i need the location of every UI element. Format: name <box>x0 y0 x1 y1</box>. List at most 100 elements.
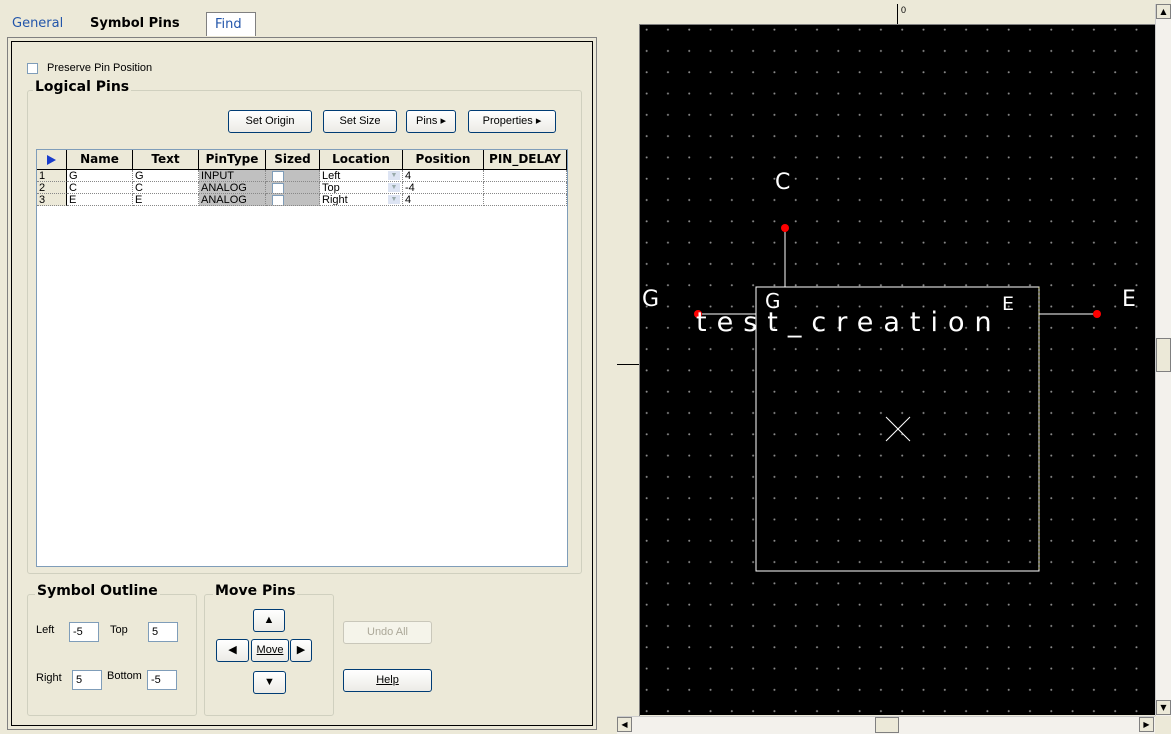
vertical-scrollbar[interactable]: ▲ ▼ <box>1155 4 1171 716</box>
cell-position[interactable]: 4 <box>403 194 484 206</box>
cell-location[interactable]: Left ▼ <box>320 170 403 182</box>
cell-name[interactable]: G <box>67 170 133 182</box>
symbol-outline-title: Symbol Outline <box>35 583 160 599</box>
horizontal-scrollbar[interactable]: ◀ ▶ <box>617 716 1155 734</box>
cell-pin-delay[interactable] <box>484 182 567 194</box>
row-number[interactable]: 2 <box>37 182 67 194</box>
move-up-button[interactable]: ▲ <box>253 609 285 632</box>
arrow-up-icon: ▲ <box>1160 7 1167 16</box>
arrow-left-icon: ◀ <box>621 720 628 729</box>
col-header-position[interactable]: Position <box>403 150 484 169</box>
cell-text[interactable]: G <box>133 170 199 182</box>
sized-checkbox[interactable] <box>272 171 284 181</box>
ruler-origin-mark <box>897 4 898 24</box>
symbol-canvas[interactable]: G G C E E test_creation <box>640 25 1155 715</box>
left-field[interactable]: -5 <box>69 622 99 642</box>
cell-text[interactable]: C <box>133 182 199 194</box>
tab-find[interactable]: Find <box>206 12 256 36</box>
col-header-text[interactable]: Text <box>133 150 199 169</box>
cell-pintype: ANALOG <box>199 182 266 194</box>
cell-position[interactable]: -4 <box>403 182 484 194</box>
top-field[interactable]: 5 <box>148 622 178 642</box>
tab-general[interactable]: General <box>4 12 71 36</box>
col-header-name[interactable]: Name <box>67 150 133 169</box>
pins-menu-button[interactable]: Pins ▸ <box>406 110 456 133</box>
preserve-pin-position-label: Preserve Pin Position <box>47 62 153 74</box>
cell-position[interactable]: 4 <box>403 170 484 182</box>
right-field[interactable]: 5 <box>72 670 102 690</box>
horizontal-scroll-thumb[interactable] <box>875 717 899 733</box>
scroll-up-button[interactable]: ▲ <box>1156 4 1171 19</box>
col-header-sized[interactable]: Sized <box>266 150 320 169</box>
scroll-right-button[interactable]: ▶ <box>1139 717 1154 732</box>
cell-name[interactable]: E <box>67 194 133 206</box>
pin-e-connection-dot[interactable] <box>1093 310 1101 318</box>
tab-symbol-pins[interactable]: Symbol Pins <box>82 12 188 36</box>
cell-sized[interactable] <box>266 194 320 206</box>
row-number[interactable]: 1 <box>37 170 67 182</box>
arrow-down-icon: ▼ <box>1160 703 1167 712</box>
bottom-label: Bottom <box>107 670 142 682</box>
arrow-right-icon: ▶ <box>1143 720 1150 729</box>
left-label: Left <box>36 624 55 636</box>
preserve-pin-position-checkbox[interactable] <box>27 63 38 74</box>
location-value: Right <box>322 194 348 206</box>
move-button[interactable]: Move <box>251 639 289 662</box>
col-header-location[interactable]: Location <box>320 150 403 169</box>
ruler-origin-label: 0 <box>901 5 907 15</box>
scroll-left-button[interactable]: ◀ <box>617 717 632 732</box>
top-label: Top <box>110 624 128 636</box>
cell-location[interactable]: Right ▼ <box>320 194 403 206</box>
arrow-up-icon: ▲ <box>263 614 275 626</box>
location-value: Left <box>322 170 341 182</box>
cell-location[interactable]: Top ▼ <box>320 182 403 194</box>
pin-e-outer-label: E <box>1122 287 1136 312</box>
table-row[interactable]: 2 C C ANALOG Top ▼ -4 <box>37 182 567 194</box>
cell-text[interactable]: E <box>133 194 199 206</box>
symbol-drawing <box>698 228 1097 572</box>
chevron-down-icon[interactable]: ▼ <box>388 195 400 204</box>
cell-sized[interactable] <box>266 170 320 182</box>
bottom-field[interactable]: -5 <box>147 670 177 690</box>
symbol-outline-group <box>27 594 197 716</box>
col-header-pin-delay[interactable]: PIN_DELAY <box>484 150 567 169</box>
pin-c-label: C <box>775 170 791 195</box>
chevron-down-icon[interactable]: ▼ <box>388 183 400 192</box>
row-number[interactable]: 3 <box>37 194 67 206</box>
properties-menu-button[interactable]: Properties ▸ <box>468 110 556 133</box>
select-all-corner[interactable] <box>37 150 67 169</box>
scroll-down-button[interactable]: ▼ <box>1156 700 1171 715</box>
move-right-button[interactable]: ▶ <box>290 639 312 662</box>
set-size-button[interactable]: Set Size <box>323 110 397 133</box>
move-down-button[interactable]: ▼ <box>253 671 286 694</box>
right-label: Right <box>36 672 62 684</box>
horizontal-ruler: 0 <box>639 4 1155 25</box>
undo-all-button[interactable]: Undo All <box>343 621 432 644</box>
set-origin-button[interactable]: Set Origin <box>228 110 312 133</box>
table-row[interactable]: 3 E E ANALOG Right ▼ 4 <box>37 194 567 206</box>
sized-checkbox[interactable] <box>272 183 284 193</box>
ruler-origin-mark <box>617 364 639 365</box>
help-button[interactable]: Help <box>343 669 432 692</box>
pin-c-connection-dot[interactable] <box>781 224 789 232</box>
move-left-button[interactable]: ◀ <box>216 639 249 662</box>
arrow-right-icon: ▶ <box>296 644 306 656</box>
vertical-scroll-thumb[interactable] <box>1156 338 1171 372</box>
cell-pin-delay[interactable] <box>484 194 567 206</box>
arrow-left-icon: ◀ <box>228 644 237 656</box>
pins-grid[interactable]: Name Text PinType Sized Location Positio… <box>36 149 568 567</box>
cell-pin-delay[interactable] <box>484 170 567 182</box>
chevron-down-icon[interactable]: ▼ <box>388 171 400 180</box>
cell-name[interactable]: C <box>67 182 133 194</box>
sized-checkbox[interactable] <box>272 195 284 205</box>
col-header-pintype[interactable]: PinType <box>199 150 266 169</box>
move-pins-title: Move Pins <box>213 583 298 599</box>
pin-e-inner-label: E <box>1002 293 1015 315</box>
cell-sized[interactable] <box>266 182 320 194</box>
grid-header: Name Text PinType Sized Location Positio… <box>37 150 567 170</box>
vertical-ruler <box>617 4 640 716</box>
play-arrow-icon <box>47 154 56 165</box>
logical-pins-title: Logical Pins <box>33 79 132 95</box>
symbol-editor-canvas-area: 0 G G C E E test_creation ▲ ▼ ◀ ▶ <box>617 4 1171 734</box>
table-row[interactable]: 1 G G INPUT Left ▼ 4 <box>37 170 567 182</box>
